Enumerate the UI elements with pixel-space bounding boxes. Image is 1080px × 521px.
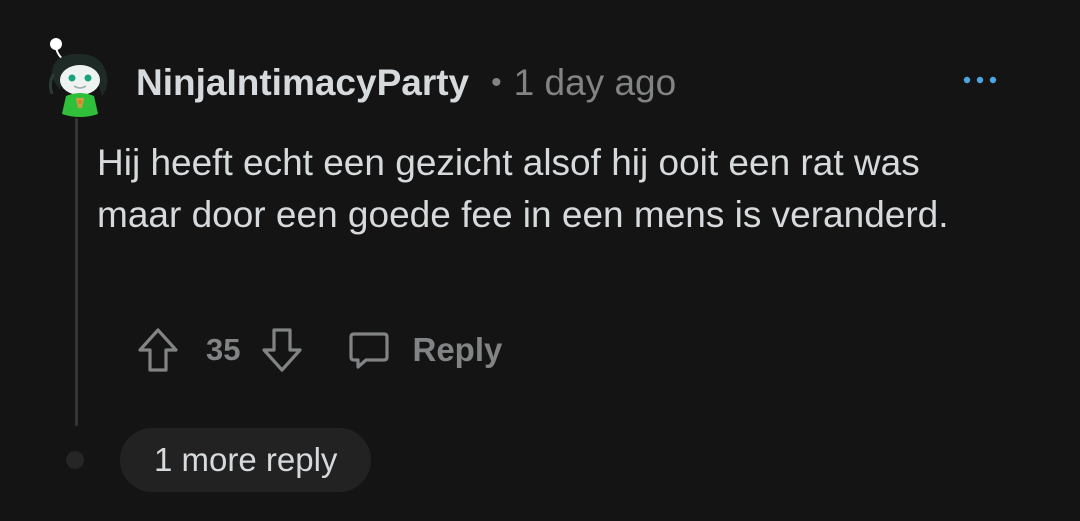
downvote-button[interactable]: [258, 324, 306, 376]
more-replies-label: 1 more reply: [154, 441, 338, 478]
comment: NinjaIntimacyParty • 1 day ago Hij heeft…: [0, 0, 1080, 521]
reply-button[interactable]: Reply: [348, 330, 502, 370]
more-options-icon: [963, 76, 997, 84]
more-options-button[interactable]: [956, 60, 1004, 100]
thread-line[interactable]: [75, 118, 78, 426]
snoo-avatar-icon: [48, 38, 108, 117]
reply-bubble-icon: [349, 332, 390, 369]
comment-header: NinjaIntimacyParty • 1 day ago: [136, 58, 676, 108]
comment-body: Hij heeft echt een gezicht alsof hij ooi…: [97, 142, 949, 235]
vote-count: 35: [206, 332, 241, 367]
more-replies-button[interactable]: 1 more reply: [120, 428, 372, 492]
upvote-button[interactable]: [134, 324, 182, 376]
upvote-arrow-icon: [138, 328, 178, 372]
thread-dot: [66, 451, 84, 469]
reply-label: Reply: [412, 331, 503, 368]
comment-actions: 35 Reply: [134, 322, 502, 378]
header-separator: •: [491, 66, 502, 99]
user-avatar[interactable]: [44, 34, 116, 120]
comment-timestamp: 1 day ago: [513, 62, 677, 103]
username-link[interactable]: NinjaIntimacyParty: [136, 62, 469, 104]
downvote-arrow-icon: [262, 328, 303, 372]
